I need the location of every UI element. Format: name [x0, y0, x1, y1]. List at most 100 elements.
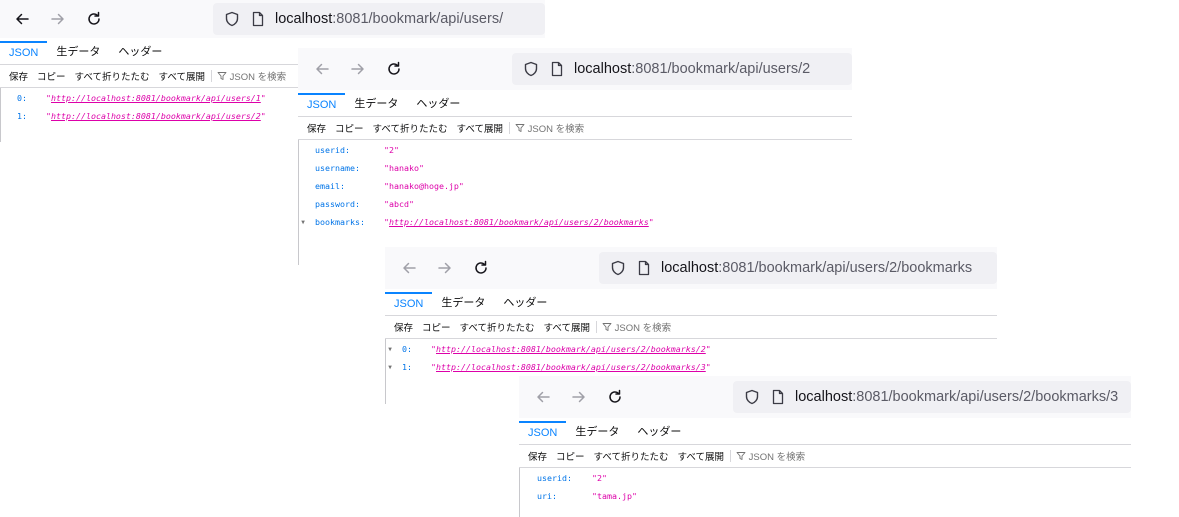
- collapse-all-button[interactable]: すべて折りたたむ: [364, 121, 448, 135]
- tab-headers[interactable]: ヘッダー: [109, 43, 171, 64]
- copy-button[interactable]: コピー: [28, 69, 66, 83]
- expand-all-button[interactable]: すべて展開: [150, 69, 205, 83]
- tab-headers[interactable]: ヘッダー: [494, 294, 556, 315]
- json-value: "tama.jp": [592, 491, 637, 501]
- reload-button[interactable]: [376, 48, 412, 90]
- save-button[interactable]: 保存: [385, 320, 413, 334]
- tab-raw-data[interactable]: 生データ: [47, 43, 109, 64]
- page-icon[interactable]: [544, 61, 570, 77]
- address-bar[interactable]: localhost:8081/bookmark/api/users/2: [512, 53, 852, 85]
- json-value: "http://localhost:8081/bookmark/api/user…: [384, 217, 654, 227]
- back-button[interactable]: [391, 247, 427, 289]
- save-button[interactable]: 保存: [298, 121, 326, 135]
- tab-json[interactable]: JSON: [519, 421, 567, 444]
- copy-button[interactable]: コピー: [413, 320, 451, 334]
- url-text[interactable]: localhost:8081/bookmark/api/users/: [275, 11, 503, 27]
- json-link[interactable]: http://localhost:8081/bookmark/api/users…: [436, 344, 706, 354]
- url-text[interactable]: localhost:8081/bookmark/api/users/2/book…: [661, 260, 972, 276]
- url-text[interactable]: localhost:8081/bookmark/api/users/2: [574, 61, 810, 77]
- browser-toolbar: localhost:8081/bookmark/api/users/: [0, 0, 545, 38]
- collapse-all-button[interactable]: すべて折りたたむ: [451, 320, 535, 334]
- expand-all-button[interactable]: すべて展開: [669, 449, 724, 463]
- page-icon[interactable]: [765, 389, 791, 405]
- tab-headers[interactable]: ヘッダー: [407, 95, 469, 116]
- shield-icon[interactable]: [739, 389, 765, 405]
- forward-button[interactable]: [340, 48, 376, 90]
- reload-icon: [386, 61, 402, 77]
- json-row[interactable]: uri: "tama.jp": [519, 487, 1131, 505]
- filter-placeholder: JSON を検索: [748, 452, 806, 463]
- browser-window-user-2: localhost:8081/bookmark/api/users/2 JSON…: [298, 48, 852, 265]
- json-row[interactable]: ▼ bookmarks: "http://localhost:8081/book…: [298, 213, 852, 231]
- json-link[interactable]: http://localhost:8081/bookmark/api/users…: [436, 362, 706, 372]
- json-actions-bar: 保存 コピー すべて折りたたむ すべて展開 JSON を検索: [385, 316, 997, 339]
- json-key: userid:: [315, 145, 350, 155]
- json-filter-input[interactable]: JSON を検索: [510, 121, 584, 135]
- json-row[interactable]: userid: "2": [298, 140, 852, 159]
- forward-button[interactable]: [427, 247, 463, 289]
- reload-icon: [86, 11, 102, 27]
- json-value: "hanako": [384, 163, 424, 173]
- tab-json[interactable]: JSON: [298, 93, 346, 116]
- forward-arrow-icon: [50, 11, 66, 27]
- json-row[interactable]: email: "hanako@hoge.jp": [298, 177, 852, 195]
- back-arrow-icon: [401, 260, 417, 276]
- tab-json[interactable]: JSON: [0, 41, 48, 64]
- json-row[interactable]: ▼ 0: "http://localhost:8081/bookmark/api…: [385, 339, 997, 358]
- address-bar[interactable]: localhost:8081/bookmark/api/users/: [213, 3, 545, 35]
- json-filter-input[interactable]: JSON を検索: [597, 320, 671, 334]
- forward-button[interactable]: [561, 376, 597, 418]
- save-button[interactable]: 保存: [519, 449, 547, 463]
- json-value: "2": [592, 473, 607, 483]
- address-bar[interactable]: localhost:8081/bookmark/api/users/2/book…: [599, 252, 997, 284]
- json-key: 1:: [402, 362, 412, 372]
- forward-button[interactable]: [40, 0, 76, 38]
- filter-icon: [217, 71, 227, 81]
- back-arrow-icon: [314, 61, 330, 77]
- shield-icon[interactable]: [219, 11, 245, 27]
- expand-triangle-icon[interactable]: ▼: [385, 364, 395, 371]
- copy-button[interactable]: コピー: [547, 449, 585, 463]
- json-row[interactable]: ▼ 1: "http://localhost:8081/bookmark/api…: [385, 358, 997, 376]
- expand-triangle-icon[interactable]: ▼: [385, 346, 395, 353]
- json-row[interactable]: userid: "2": [519, 468, 1131, 487]
- collapse-all-button[interactable]: すべて折りたたむ: [585, 449, 669, 463]
- json-value: "hanako@hoge.jp": [384, 181, 464, 191]
- json-key: userid:: [537, 473, 572, 483]
- json-link[interactable]: http://localhost:8081/bookmark/api/users…: [51, 93, 261, 103]
- save-button[interactable]: 保存: [0, 69, 28, 83]
- json-row[interactable]: password: "abcd": [298, 195, 852, 213]
- reload-button[interactable]: [463, 247, 499, 289]
- address-bar[interactable]: localhost:8081/bookmark/api/users/2/book…: [733, 381, 1131, 413]
- collapse-all-button[interactable]: すべて折りたたむ: [66, 69, 150, 83]
- back-button[interactable]: [304, 48, 340, 90]
- url-text[interactable]: localhost:8081/bookmark/api/users/2/book…: [795, 389, 1118, 405]
- json-link[interactable]: http://localhost:8081/bookmark/api/users…: [51, 111, 261, 121]
- back-button[interactable]: [525, 376, 561, 418]
- shield-icon[interactable]: [518, 61, 544, 77]
- json-row[interactable]: username: "hanako": [298, 159, 852, 177]
- json-filter-input[interactable]: JSON を検索: [731, 449, 805, 463]
- filter-placeholder: JSON を検索: [229, 72, 287, 83]
- tab-json[interactable]: JSON: [385, 292, 433, 315]
- json-link[interactable]: http://localhost:8081/bookmark/api/users…: [389, 217, 649, 227]
- tab-raw-data[interactable]: 生データ: [432, 294, 494, 315]
- tab-headers[interactable]: ヘッダー: [628, 423, 690, 444]
- reload-button[interactable]: [76, 0, 112, 38]
- tab-raw-data[interactable]: 生データ: [345, 95, 407, 116]
- json-key: 0:: [402, 344, 412, 354]
- back-button[interactable]: [4, 0, 40, 38]
- json-filter-input[interactable]: JSON を検索: [212, 69, 286, 83]
- shield-icon[interactable]: [605, 260, 631, 276]
- left-border: [0, 88, 1, 142]
- page-icon[interactable]: [631, 260, 657, 276]
- expand-all-button[interactable]: すべて展開: [535, 320, 590, 334]
- json-value: "http://localhost:8081/bookmark/api/user…: [431, 344, 711, 354]
- page-icon[interactable]: [245, 11, 271, 27]
- json-key: 0:: [17, 93, 27, 103]
- expand-triangle-icon[interactable]: ▼: [298, 219, 308, 226]
- tab-raw-data[interactable]: 生データ: [566, 423, 628, 444]
- expand-all-button[interactable]: すべて展開: [448, 121, 503, 135]
- reload-button[interactable]: [597, 376, 633, 418]
- copy-button[interactable]: コピー: [326, 121, 364, 135]
